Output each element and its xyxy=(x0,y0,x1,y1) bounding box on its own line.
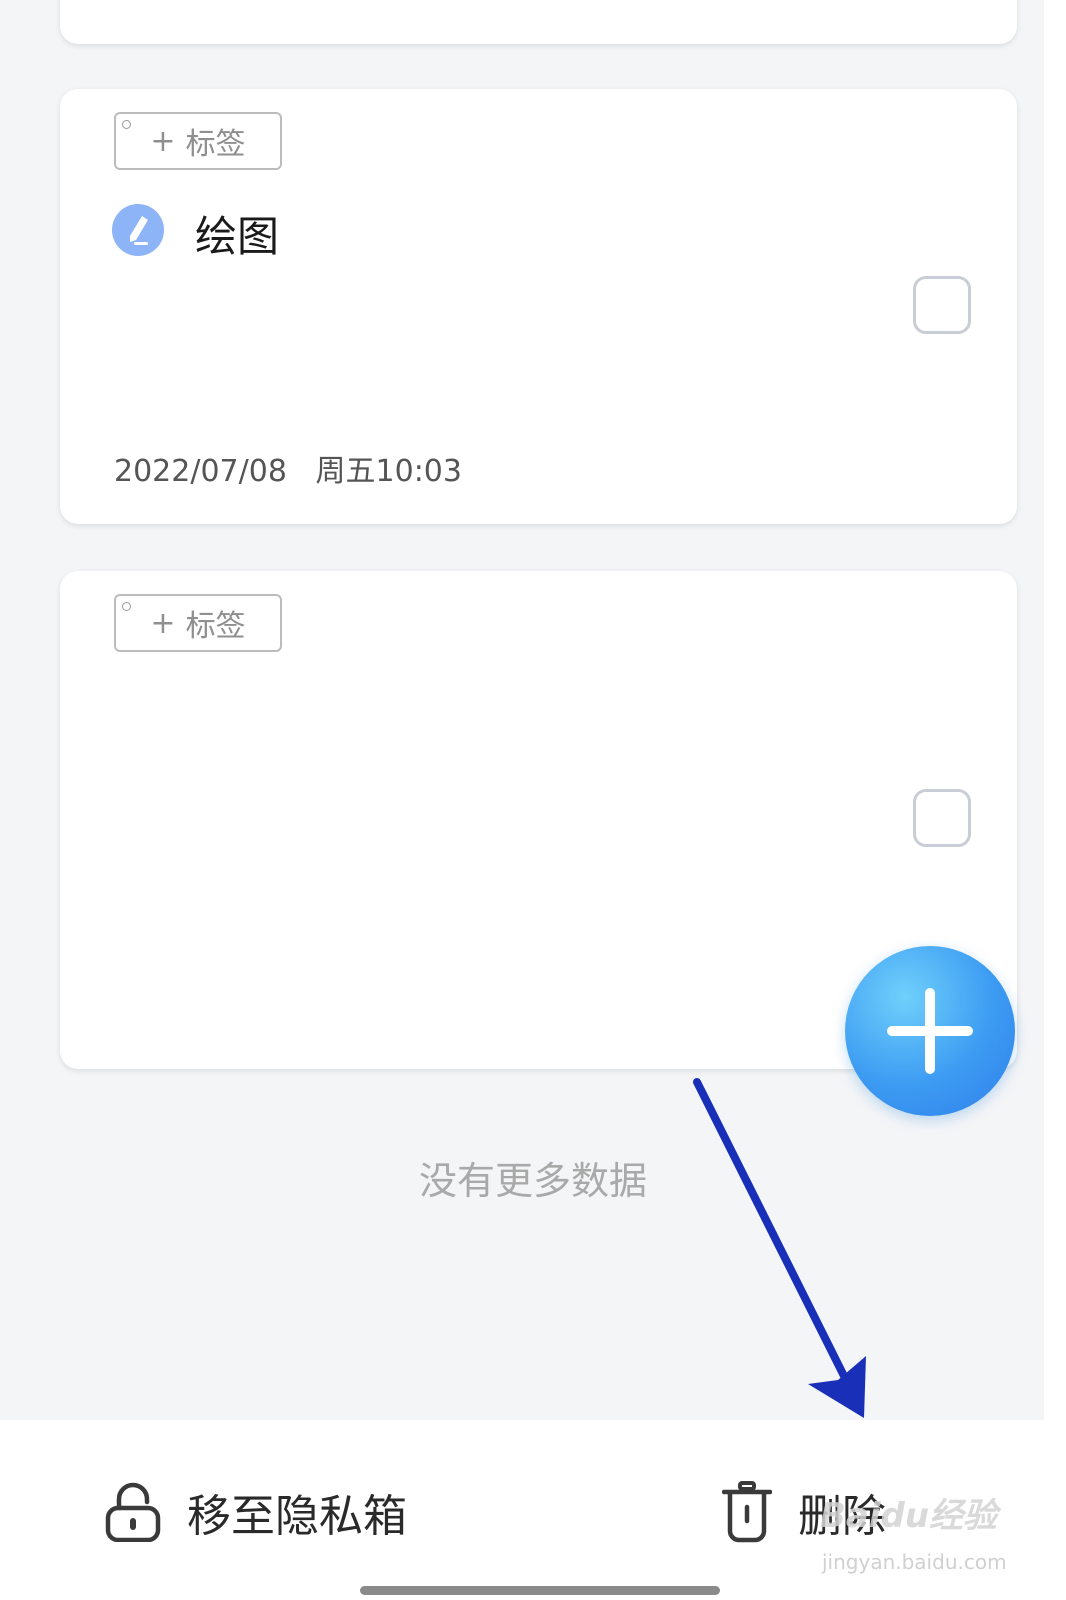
note-card[interactable]: + 标签 绘图 2022/07/08 周五10:03 xyxy=(60,89,1017,524)
note-timestamp: 2022/07/08 周五10:03 xyxy=(114,446,462,490)
plus-icon xyxy=(925,988,935,1074)
list-end-message: 没有更多数据 xyxy=(418,1159,647,1203)
add-note-button[interactable] xyxy=(845,946,1015,1116)
note-date: 2022/07/08 xyxy=(114,454,287,489)
move-to-private-box-label: 移至隐私箱 xyxy=(187,1491,407,1542)
lock-icon xyxy=(105,1482,161,1542)
home-indicator[interactable] xyxy=(360,1586,720,1595)
watermark: Baidu经验 jingyan.baidu.com xyxy=(820,1488,1020,1578)
note-card-previous[interactable] xyxy=(60,0,1017,44)
tag-hole-icon xyxy=(122,602,131,611)
tag-hole-icon xyxy=(122,120,131,129)
edge-strip xyxy=(1044,0,1066,1420)
note-title: 绘图 xyxy=(195,212,280,261)
note-select-checkbox[interactable] xyxy=(913,276,971,334)
note-time: 周五10:03 xyxy=(315,454,462,489)
tag-label: 标签 xyxy=(185,609,246,644)
tag-label: 标签 xyxy=(185,127,246,162)
trash-icon xyxy=(722,1481,772,1543)
watermark-logo: Baidu经验 xyxy=(820,1496,998,1536)
watermark-url: jingyan.baidu.com xyxy=(822,1550,1007,1574)
note-select-checkbox[interactable] xyxy=(913,789,971,847)
add-tag-button[interactable]: + 标签 xyxy=(114,594,282,652)
move-to-private-box-button[interactable]: 移至隐私箱 xyxy=(105,1480,407,1544)
add-tag-button[interactable]: + 标签 xyxy=(114,112,282,170)
tag-plus-icon: + xyxy=(150,605,176,641)
tag-plus-icon: + xyxy=(150,123,176,159)
pen-icon xyxy=(112,204,164,256)
